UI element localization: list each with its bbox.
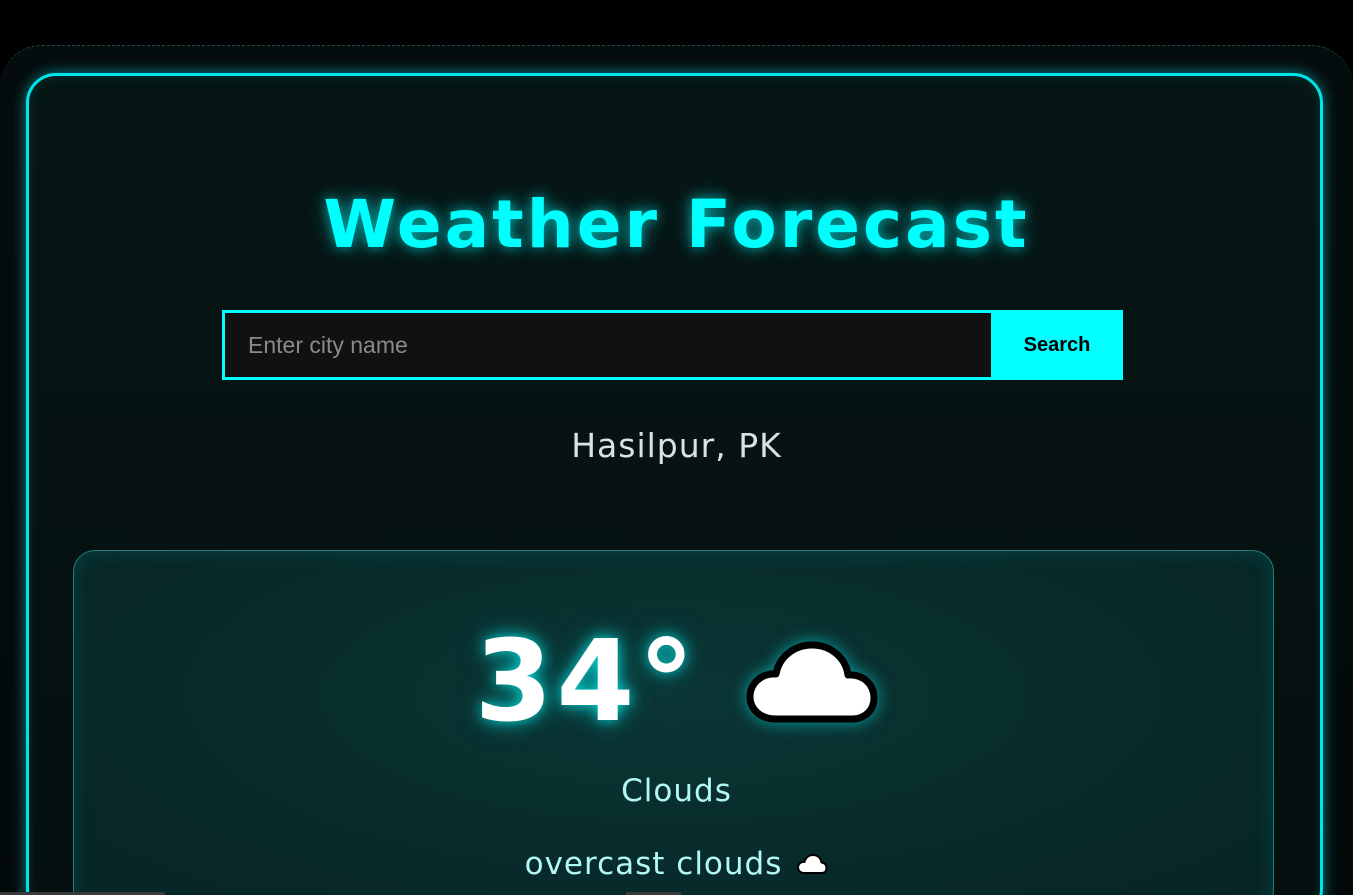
weather-description: overcast clouds [524,846,783,882]
search-button[interactable]: Search [991,310,1123,380]
weather-app-page: Weather Forecast Search Hasilpur, PK 34°… [0,0,1353,895]
cloud-icon [746,641,878,723]
temperature-row: 34° [0,622,1353,742]
temperature-value: 34° [474,617,699,747]
description-row: overcast clouds [0,843,1353,885]
weather-condition: Clouds [621,773,732,809]
search-bar: Search [222,310,1123,380]
page-title: Weather Forecast [323,186,1030,263]
small-cloud-icon [797,854,828,874]
search-input[interactable] [222,310,991,380]
city-name: Hasilpur, PK [571,426,782,465]
